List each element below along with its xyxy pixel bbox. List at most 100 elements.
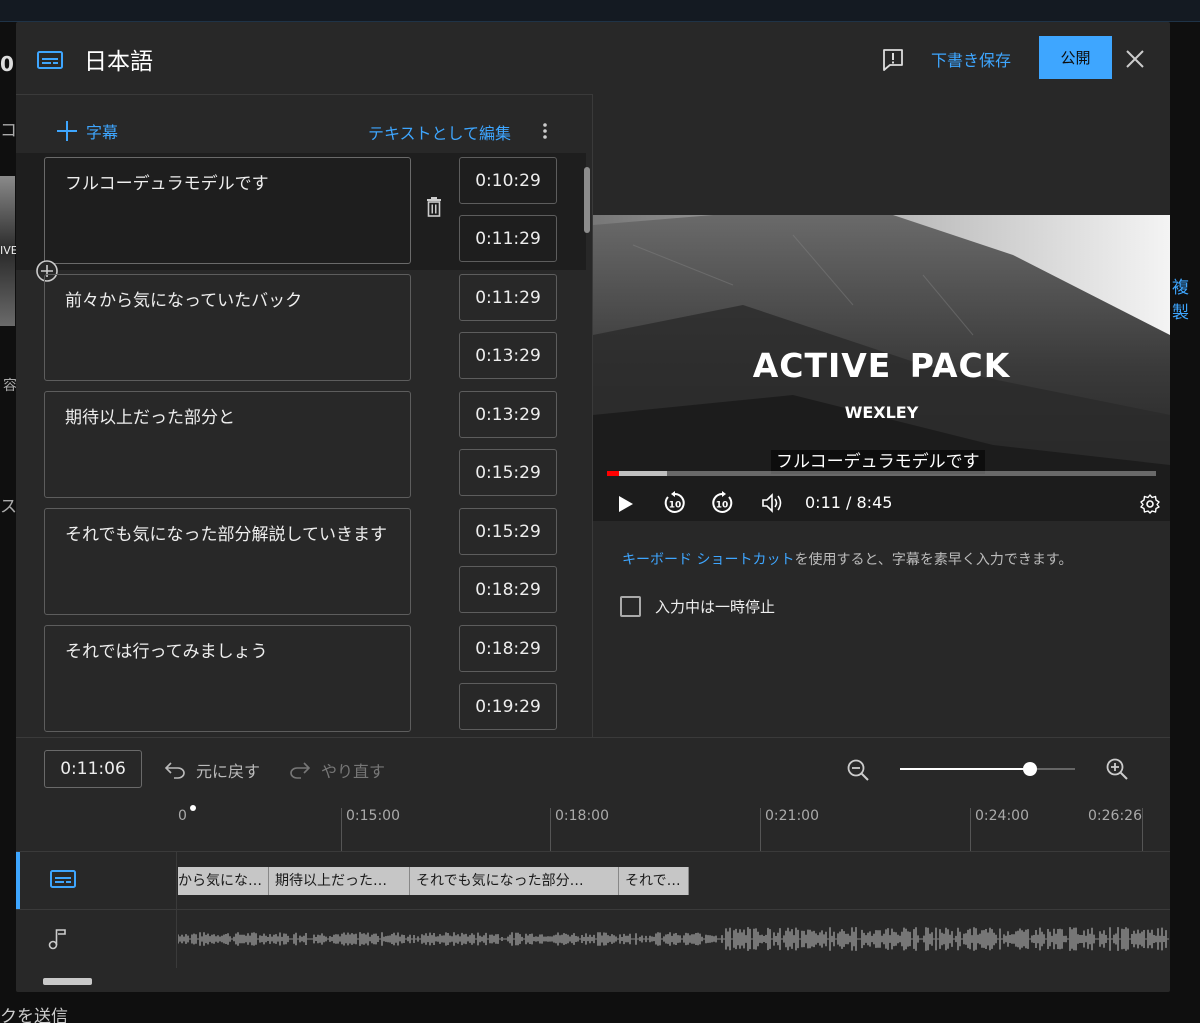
rewind-10-icon[interactable]: 10 — [663, 491, 687, 515]
subtitle-track: から気にな… 期待以上だった… それでも気になった部分… それで… — [16, 851, 1170, 910]
background-fragment: 0 — [0, 52, 14, 76]
ruler-label: 0:26:26 — [1088, 808, 1142, 824]
close-icon[interactable] — [1125, 49, 1145, 69]
caption-editor-panel: 字幕 テキストとして編集 フルコーデュラモデルです 0:10:29 0:11:2… — [16, 94, 593, 737]
caption-text-field[interactable]: それでは行ってみましょう — [44, 625, 411, 732]
volume-icon[interactable] — [761, 493, 785, 513]
ruler-tick — [341, 808, 342, 852]
zoom-slider[interactable] — [900, 762, 1075, 776]
redo-button[interactable]: やり直す — [289, 758, 385, 782]
zoom-in-icon[interactable] — [1105, 757, 1129, 781]
forward-10-icon[interactable]: 10 — [710, 491, 734, 515]
ruler-tick — [760, 808, 761, 852]
zoom-slider-fill — [900, 768, 1030, 770]
caption-end-time[interactable]: 0:13:29 — [459, 332, 557, 379]
checkbox-box[interactable] — [620, 596, 641, 617]
timeline-ruler[interactable]: 0 0:15:00 0:18:00 0:21:00 0:24:00 0:26:2… — [178, 798, 1170, 853]
shortcut-hint: キーボード ショートカットを使用すると、字幕を素早く入力できます。 — [622, 549, 1073, 569]
timeline-caption-segment[interactable]: それで… — [619, 867, 689, 895]
more-vert-icon[interactable] — [542, 122, 548, 140]
waveform-bars — [178, 927, 1169, 951]
pause-while-typing-checkbox[interactable]: 入力中は一時停止 — [620, 596, 775, 617]
save-draft-button[interactable]: 下書き保存 — [931, 47, 1011, 71]
current-time-field[interactable]: 0:11:06 — [44, 750, 142, 788]
playhead[interactable] — [190, 805, 196, 811]
zoom-slider-handle[interactable] — [1022, 762, 1037, 776]
undo-button[interactable]: 元に戻す — [164, 758, 260, 782]
player-controls: 10 10 0:11 / 8:45 — [593, 487, 1170, 521]
caption-start-time[interactable]: 0:18:29 — [459, 625, 557, 672]
timeline-caption-segment[interactable]: から気にな… — [178, 867, 269, 895]
progress-played — [607, 471, 620, 476]
video-subtitle-overlay: WEXLEY — [844, 403, 919, 422]
background-fragment: コ — [0, 121, 17, 141]
audio-waveform[interactable] — [178, 910, 1170, 968]
video-title-overlay: ACTIVE PACK — [752, 346, 1011, 385]
background-fragment: ス — [0, 497, 17, 517]
caption-end-time[interactable]: 0:15:29 — [459, 449, 557, 496]
add-caption-label: 字幕 — [86, 123, 119, 142]
caption-row: 前々から気になっていたバック 0:11:29 0:13:29 — [16, 270, 586, 387]
background-send-feedback[interactable]: クを送信 — [0, 1002, 68, 1023]
ruler-label: 0:18:00 — [555, 808, 609, 824]
feedback-icon[interactable] — [882, 48, 904, 72]
caption-list-scrollbar[interactable] — [584, 167, 590, 233]
undo-label: 元に戻す — [196, 762, 261, 781]
video-progress-bar[interactable] — [607, 471, 1156, 476]
caption-text-field[interactable]: 前々から気になっていたバック — [44, 274, 411, 381]
caption-end-time[interactable]: 0:18:29 — [459, 566, 557, 613]
ruler-tick — [550, 808, 551, 852]
caption-text-field[interactable]: フルコーデュラモデルです — [44, 157, 411, 264]
caption-row: フルコーデュラモデルです 0:10:29 0:11:29 — [16, 153, 586, 282]
svg-text:10: 10 — [669, 501, 682, 511]
audio-track-label — [16, 910, 177, 968]
caption-start-time[interactable]: 0:13:29 — [459, 391, 557, 438]
background-fragment: 容 — [3, 378, 17, 394]
ruler-label: 0:15:00 — [346, 808, 400, 824]
timeline-caption-segment[interactable]: それでも気になった部分… — [410, 867, 619, 895]
svg-text:10: 10 — [716, 501, 729, 511]
video-player[interactable]: ACTIVE PACK WEXLEY フルコーデュラモデルです 10 10 0:… — [593, 215, 1170, 521]
subtitle-track-label — [16, 852, 177, 910]
caption-start-time[interactable]: 0:15:29 — [459, 508, 557, 555]
caption-start-time[interactable]: 0:11:29 — [459, 274, 557, 321]
ruler-label: 0 — [178, 808, 187, 824]
caption-row: それでは行ってみましょう 0:18:29 0:19:29 — [16, 621, 586, 737]
pause-while-typing-label: 入力中は一時停止 — [655, 598, 776, 616]
audio-track — [16, 909, 1170, 968]
caption-end-time[interactable]: 0:11:29 — [459, 215, 557, 262]
caption-end-time[interactable]: 0:19:29 — [459, 683, 557, 730]
background-duplicate-link[interactable]: 複製 — [1172, 273, 1200, 323]
edit-as-text-button[interactable]: テキストとして編集 — [368, 120, 511, 144]
dialog-title: 日本語 — [84, 49, 153, 75]
ruler-label: 0:21:00 — [765, 808, 819, 824]
preview-panel: ACTIVE PACK WEXLEY フルコーデュラモデルです 10 10 0:… — [593, 94, 1170, 737]
play-icon[interactable] — [618, 495, 634, 513]
add-caption-button[interactable]: 字幕 — [56, 119, 118, 143]
ruler-tick — [1142, 808, 1143, 852]
zoom-out-icon[interactable] — [846, 758, 870, 782]
music-note-icon — [48, 929, 66, 950]
settings-gear-icon[interactable] — [1140, 494, 1160, 514]
background-top-bar — [0, 0, 1200, 22]
timeline-caption-segment[interactable]: 期待以上だった… — [269, 867, 410, 895]
caption-text-field[interactable]: 期待以上だった部分と — [44, 391, 411, 498]
time-readout: 0:11 / 8:45 — [805, 493, 893, 512]
shortcut-hint-text: を使用すると、字幕を素早く入力できます。 — [794, 552, 1073, 568]
ruler-tick — [970, 808, 971, 852]
caption-start-time[interactable]: 0:10:29 — [459, 157, 557, 204]
caption-text-field[interactable]: それでも気になった部分解説していきます — [44, 508, 411, 615]
timeline-scrollbar[interactable] — [43, 978, 92, 985]
dialog-header: 日本語 下書き保存 公開 — [16, 22, 1170, 94]
ruler-label: 0:24:00 — [975, 808, 1029, 824]
keyboard-shortcut-link[interactable]: キーボード ショートカット — [622, 552, 794, 568]
plus-icon — [57, 121, 77, 141]
delete-icon[interactable] — [426, 197, 442, 217]
timeline-panel: 0:11:06 元に戻す やり直す 0 0:15:00 0:18:00 0:21… — [16, 737, 1170, 992]
redo-label: やり直す — [321, 762, 386, 781]
redo-icon — [290, 762, 311, 779]
subtitles-icon — [37, 51, 63, 69]
publish-button[interactable]: 公開 — [1039, 36, 1112, 79]
caption-row: 期待以上だった部分と 0:13:29 0:15:29 — [16, 387, 586, 504]
subtitles-icon — [50, 870, 76, 888]
